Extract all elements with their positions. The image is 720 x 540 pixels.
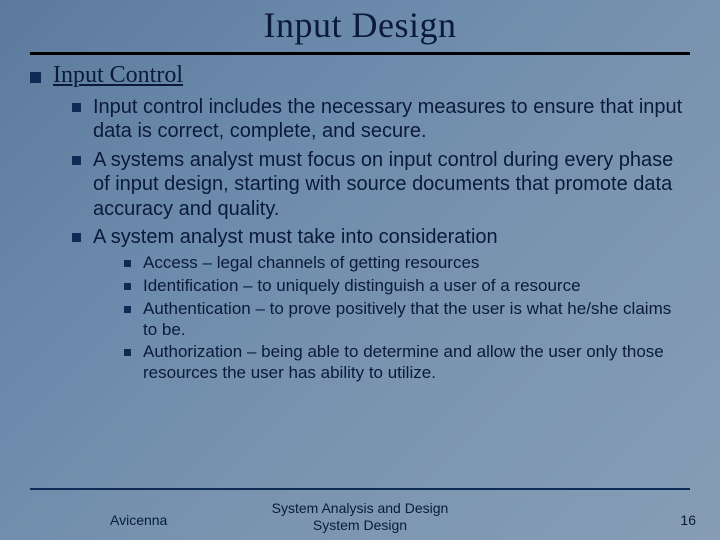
footer-rule [30,488,690,490]
sub-bullet-text: Authorization – being able to determine … [143,342,690,383]
sub-bullet-text: Authentication – to prove positively tha… [143,299,690,340]
bullet-square-icon [124,349,131,356]
bullet-item: Input control includes the necessary mea… [72,95,690,144]
bullet-text: A systems analyst must focus on input co… [93,148,690,221]
content-area: Input Control Input control includes the… [30,62,690,386]
sub-bullet-item: Identification – to uniquely distinguish… [124,276,690,297]
bullet-text: A system analyst must take into consider… [93,225,690,249]
sub-bullet-text: Identification – to uniquely distinguish… [143,276,690,297]
sub-bullet-item: Access – legal channels of getting resou… [124,253,690,274]
bullet-square-icon [124,306,131,313]
bullet-square-icon [30,72,41,83]
sub-bullet-item: Authentication – to prove positively tha… [124,299,690,340]
slide: Input Design Input Control Input control… [0,0,720,540]
bullet-item: A system analyst must take into consider… [72,225,690,249]
bullet-square-icon [124,260,131,267]
bullet-square-icon [72,156,81,165]
bullet-text: Input control includes the necessary mea… [93,95,690,144]
bullet-item: A systems analyst must focus on input co… [72,148,690,221]
footer-center: System Analysis and Design System Design [0,500,720,534]
footer-center-line2: System Design [313,517,407,533]
title-rule [30,52,690,55]
bullet-square-icon [72,103,81,112]
page-number: 16 [680,512,696,528]
slide-title: Input Design [0,4,720,46]
sub-bullet-item: Authorization – being able to determine … [124,342,690,383]
footer: Avicenna System Analysis and Design Syst… [0,494,720,540]
section-heading-text: Input Control [53,62,690,89]
footer-center-line1: System Analysis and Design [272,500,449,516]
section-heading: Input Control [30,62,690,89]
bullet-square-icon [124,283,131,290]
bullet-square-icon [72,233,81,242]
sub-bullet-text: Access – legal channels of getting resou… [143,253,690,274]
